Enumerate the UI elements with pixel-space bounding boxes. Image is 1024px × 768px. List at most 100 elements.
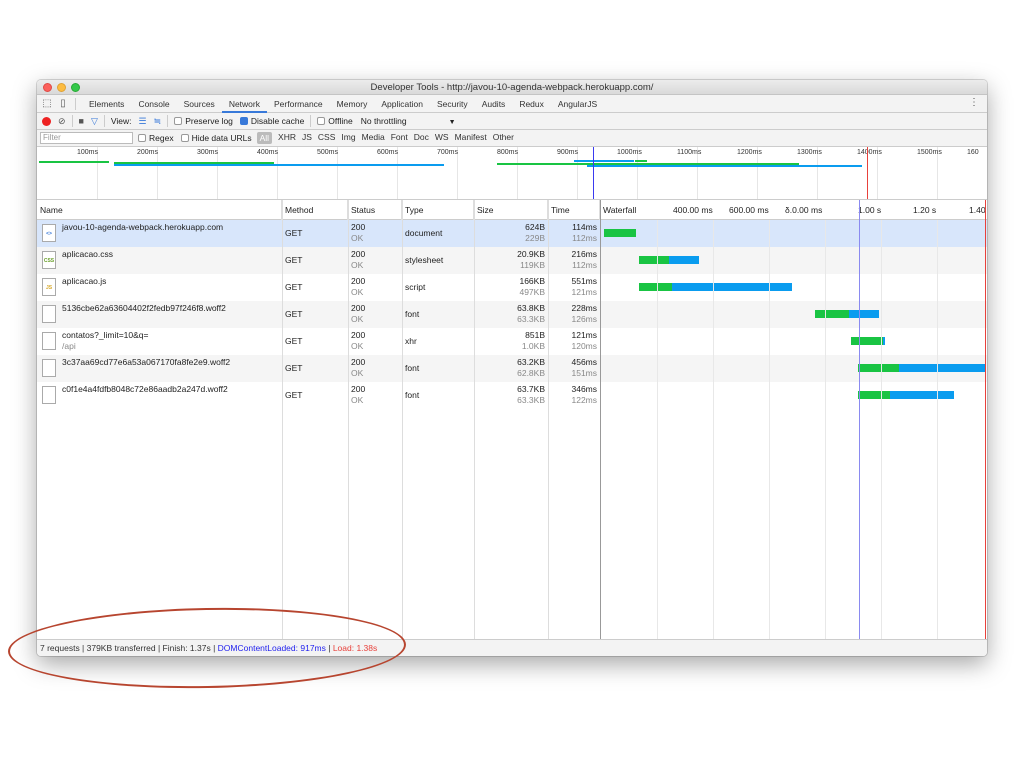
request-type: xhr: [405, 336, 417, 346]
minimize-window-button[interactable]: [57, 83, 66, 92]
file-file-icon: [42, 332, 56, 350]
waterfall-gridline: [937, 220, 938, 639]
transferred-size: 166KB: [519, 276, 545, 286]
filter-type-img[interactable]: Img: [341, 132, 355, 144]
filter-type-other[interactable]: Other: [493, 132, 514, 144]
status-text: OK: [351, 341, 364, 351]
camera-icon[interactable]: ■: [79, 116, 84, 126]
regex-checkbox[interactable]: Regex: [138, 133, 174, 143]
preserve-log-label: Preserve log: [185, 116, 233, 126]
request-name-text: 5136cbe62a63604402f2fedb97f246f8.woff2: [62, 303, 226, 313]
download-segment: [899, 364, 985, 372]
filter-type-js[interactable]: JS: [302, 132, 312, 144]
filter-type-manifest[interactable]: Manifest: [455, 132, 487, 144]
tab-angularjs[interactable]: AngularJS: [551, 95, 604, 113]
toolbar-separator: [103, 115, 105, 127]
tab-sources[interactable]: Sources: [177, 95, 222, 113]
resource-size: 62.8KB: [517, 368, 545, 378]
column-header-name[interactable]: Name: [37, 200, 282, 220]
waiting-segment: [815, 310, 849, 318]
checkbox-box: [317, 117, 326, 125]
device-toolbar-icon[interactable]: ▯: [57, 98, 69, 110]
column-divider: [282, 200, 283, 639]
request-row[interactable]: <> javou-10-agenda-webpack.herokuapp.com G…: [37, 220, 987, 247]
column-header-type[interactable]: Type: [402, 200, 474, 220]
waterfall-bar[interactable]: [858, 364, 985, 372]
waterfall-bar[interactable]: [639, 256, 699, 264]
checkbox-box: [138, 134, 146, 142]
tab-console[interactable]: Console: [131, 95, 176, 113]
tab-memory[interactable]: Memory: [330, 95, 375, 113]
network-toolbar: ⊘ ■ ▽ View: ☰ ≒ Preserve log Disable cac…: [37, 113, 987, 130]
request-row[interactable]: CSS aplicacao.css GET 200 OK stylesheet 20.9KB…: [37, 247, 987, 274]
close-window-button[interactable]: [43, 83, 52, 92]
offline-checkbox[interactable]: Offline: [317, 116, 353, 126]
filter-type-all[interactable]: All: [256, 132, 273, 144]
inspect-element-icon[interactable]: ⬚: [41, 98, 53, 110]
latency-time: 151ms: [571, 368, 597, 378]
tab-redux[interactable]: Redux: [512, 95, 551, 113]
request-name-text: contatos?_limit=10&q=: [62, 330, 149, 340]
hide-data-urls-checkbox[interactable]: Hide data URLs: [180, 133, 252, 143]
column-header-time[interactable]: Time: [548, 200, 600, 220]
checkbox-box: [239, 117, 248, 125]
overview-icon[interactable]: ≒: [154, 116, 162, 127]
throttling-select[interactable]: No throttling ▼: [361, 116, 456, 126]
tab-network[interactable]: Network: [221, 95, 267, 113]
request-row[interactable]: contatos?_limit=10&q=/api GET 200 OK xhr 851B…: [37, 328, 987, 355]
record-button[interactable]: [42, 116, 51, 126]
waterfall-tick-label: 1.40: [969, 205, 986, 215]
overview-tick-label: 160: [967, 149, 979, 156]
filter-input[interactable]: Filter: [40, 132, 133, 144]
filter-type-ws[interactable]: WS: [435, 132, 449, 144]
latency-time: 112ms: [572, 233, 597, 243]
download-segment: [890, 391, 954, 399]
preserve-log-checkbox[interactable]: Preserve log: [174, 116, 233, 126]
toolbar-separator: [310, 115, 312, 127]
filter-type-doc[interactable]: Doc: [414, 132, 429, 144]
filter-type-css[interactable]: CSS: [318, 132, 335, 144]
total-time: 114ms: [572, 222, 597, 232]
waterfall-bar[interactable]: [851, 337, 885, 345]
filter-type-font[interactable]: Font: [391, 132, 408, 144]
request-type: document: [405, 228, 443, 238]
disable-cache-checkbox[interactable]: Disable cache: [239, 116, 304, 126]
waiting-segment: [639, 256, 669, 264]
request-time: 121ms 120ms: [548, 328, 600, 355]
column-header-method[interactable]: Method: [282, 200, 348, 220]
request-name: javou-10-agenda-webpack.herokuapp.com: [59, 220, 279, 247]
waterfall-bar[interactable]: [604, 229, 636, 237]
filter-type-xhr[interactable]: XHR: [278, 132, 296, 144]
status-text: OK: [351, 287, 364, 297]
request-time: 346ms 122ms: [548, 382, 600, 409]
request-table: Name Method Status Type Size Time Waterfall 400…: [37, 200, 987, 639]
clear-icon[interactable]: ⊘: [58, 116, 66, 127]
request-row[interactable]: JS aplicacao.js GET 200 OK script 166KB 497KB 55…: [37, 274, 987, 301]
request-row[interactable]: c0f1e4a4fdfb8048c72e86aadb2a247d.woff2 GE…: [37, 382, 987, 409]
request-path: /api: [62, 341, 76, 351]
status-text: OK: [351, 314, 364, 324]
tab-security[interactable]: Security: [430, 95, 475, 113]
tab-elements[interactable]: Elements: [82, 95, 131, 113]
status-code: 200: [351, 330, 366, 340]
latency-time: 121ms: [571, 287, 597, 297]
tab-performance[interactable]: Performance: [267, 95, 330, 113]
column-header-status[interactable]: Status: [348, 200, 402, 220]
tab-application[interactable]: Application: [374, 95, 430, 113]
filter-icon[interactable]: ▽: [91, 116, 98, 127]
tab-audits[interactable]: Audits: [475, 95, 513, 113]
large-rows-icon[interactable]: ☰: [139, 116, 147, 127]
request-row[interactable]: 3c37aa69cd77e6a53a067170fa8fe2e9.woff2 GE…: [37, 355, 987, 382]
dom-content-loaded-marker: [593, 147, 594, 199]
filter-type-media[interactable]: Media: [362, 132, 385, 144]
overview-tick-label: 1500ms: [917, 149, 942, 156]
request-name: aplicacao.css: [59, 247, 279, 274]
column-header-size[interactable]: Size: [474, 200, 548, 220]
zoom-window-button[interactable]: [71, 83, 80, 92]
request-row[interactable]: 5136cbe62a63604402f2fedb97f246f8.woff2 GE…: [37, 301, 987, 328]
overview-tick-label: 300ms: [197, 149, 219, 156]
waterfall-bar[interactable]: [858, 391, 954, 399]
request-time: 216ms 112ms: [548, 247, 600, 274]
more-options-icon[interactable]: ⋮: [969, 97, 979, 108]
request-size: 166KB 497KB: [474, 274, 548, 301]
